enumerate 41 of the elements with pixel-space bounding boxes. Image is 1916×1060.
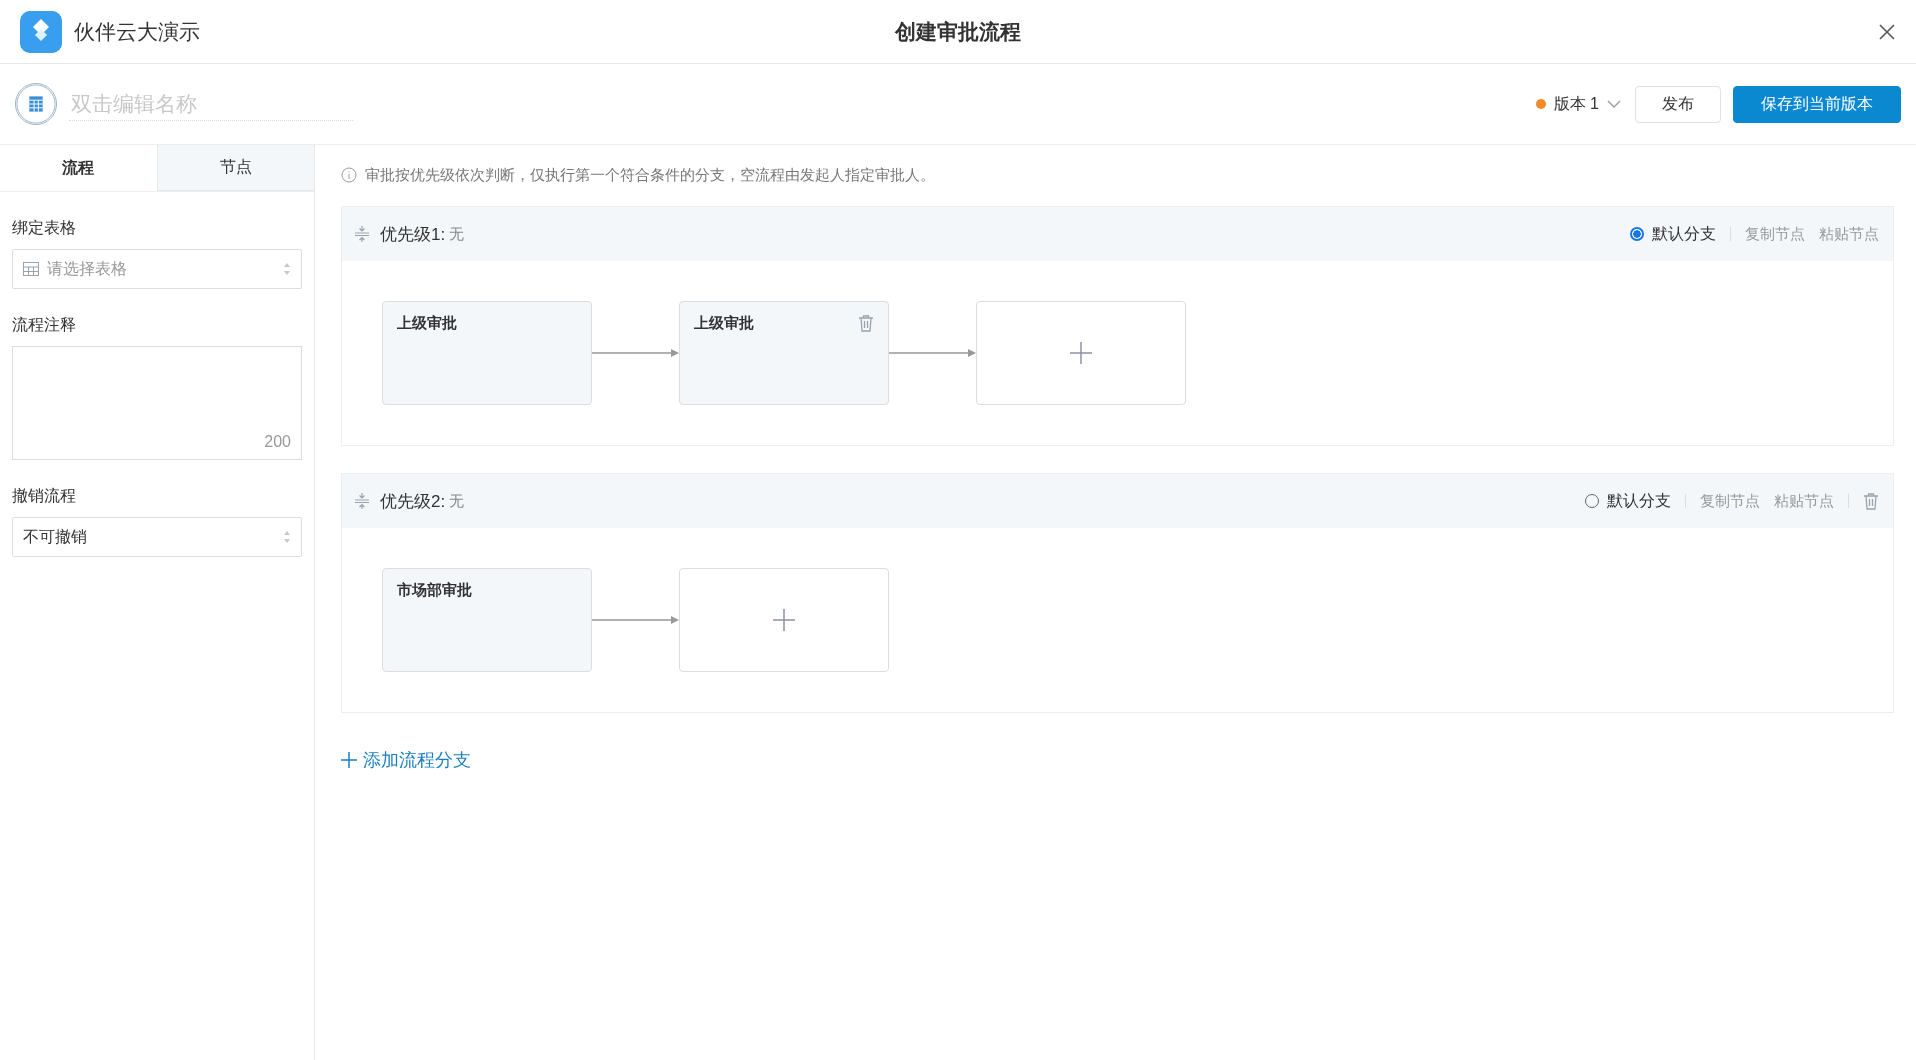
add-node-button[interactable] [976,301,1186,405]
add-node-button[interactable] [679,568,889,672]
sort-arrows-icon [283,262,291,276]
approval-node[interactable]: 上级审批 [382,301,592,405]
add-branch-link[interactable]: 添加流程分支 [341,748,471,772]
branch-condition: 无 [449,491,465,511]
save-button[interactable]: 保存到当前版本 [1733,85,1901,123]
status-dot [1535,99,1546,109]
table-icon [15,83,57,125]
drag-handle-icon[interactable] [354,492,370,510]
default-branch-label: 默认分支 [1607,490,1671,511]
publish-button[interactable]: 发布 [1635,85,1721,123]
sidebar-tab[interactable]: 节点 [156,145,314,191]
app-logo-icon [20,10,62,53]
field-label: 绑定表格 [12,218,77,238]
info-icon [341,167,357,183]
plus-icon [1070,342,1092,364]
version-selector[interactable]: 版本 1 [1553,93,1599,115]
field-label: 流程注释 [12,315,77,335]
notice-text: 审批按优先级依次判断，仅执行第一个符合条件的分支，空流程由发起人指定审批人。 [365,165,935,185]
default-branch-label: 默认分支 [1652,223,1716,244]
revoke-select[interactable]: 不可撤销 [12,517,302,557]
delete-icon[interactable] [858,314,874,332]
drag-handle-icon[interactable] [354,225,370,243]
plus-icon [773,609,795,631]
branch-title: 优先级2: [380,490,446,513]
plus-icon [341,752,357,768]
default-branch-radio[interactable] [1630,227,1644,241]
approval-node[interactable]: 上级审批 [679,301,889,405]
delete-branch-icon[interactable] [1863,492,1879,510]
close-icon[interactable] [1878,22,1896,41]
branch-condition: 无 [449,224,465,244]
app-name: 伙伴云大演示 [74,18,200,45]
approval-node[interactable]: 市场部审批 [382,568,592,672]
grid-icon [23,262,39,276]
chevron-down-icon[interactable] [1607,99,1621,109]
field-label: 撤销流程 [12,486,77,506]
sort-arrows-icon [283,530,291,544]
branch-title: 优先级1: [380,223,446,246]
window-title: 创建审批流程 [895,19,1021,43]
character-counter: 200 [264,433,291,451]
